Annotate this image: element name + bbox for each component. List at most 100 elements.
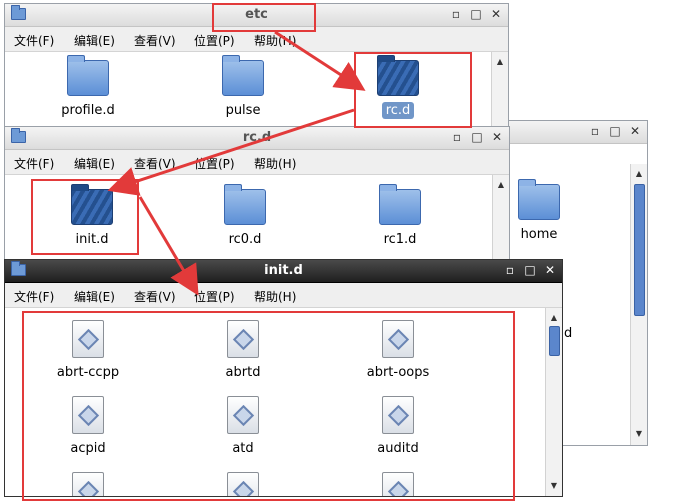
folder-item-rc1-d[interactable]: rc1.d	[340, 184, 460, 248]
window-controls: ▫ □ ✕	[450, 6, 502, 22]
file-item-partial[interactable]	[28, 472, 148, 496]
folder-icon	[518, 179, 560, 220]
rcd-titlebar[interactable]: rc.d ▫ □ ✕	[5, 127, 509, 150]
menu-file[interactable]: 文件(F)	[14, 155, 54, 172]
watermark: php 中文网	[597, 452, 668, 471]
initd-titlebar[interactable]: init.d ▫ □ ✕	[5, 260, 562, 283]
file-item[interactable]: acpid	[28, 396, 148, 457]
item-label: atd	[232, 441, 254, 456]
close-button[interactable]: ✕	[491, 129, 503, 145]
vertical-scrollbar[interactable]: ▲ ▼	[630, 164, 647, 445]
menu-places[interactable]: 位置(P)	[194, 32, 235, 49]
script-file-icon	[382, 472, 414, 496]
scroll-thumb[interactable]	[634, 184, 645, 316]
initd-content: abrt-ccpp abrtd abrt-oops acpid atd audi…	[5, 308, 562, 496]
menu-view[interactable]: 查看(V)	[134, 32, 176, 49]
window-controls: ▫ □ ✕	[589, 123, 641, 139]
item-label: abrtd	[225, 365, 261, 380]
maximize-button[interactable]: □	[471, 129, 483, 145]
item-label: home	[520, 227, 558, 242]
folder-item-rc0-d[interactable]: rc0.d	[185, 184, 305, 248]
file-item-partial[interactable]	[338, 472, 458, 496]
file-item[interactable]: auditd	[338, 396, 458, 457]
file-item[interactable]: atd	[183, 396, 303, 457]
menu-help[interactable]: 帮助(H)	[254, 32, 296, 49]
item-label: init.d	[75, 232, 109, 247]
folder-item-init-d[interactable]: init.d	[32, 184, 152, 248]
minimize-button[interactable]: ▫	[450, 6, 462, 22]
menu-file[interactable]: 文件(F)	[14, 288, 54, 305]
rcd-content: init.d rc0.d rc1.d ▲	[5, 175, 509, 267]
etc-window: etc ▫ □ ✕ 文件(F) 编辑(E) 查看(V) 位置(P) 帮助(H) …	[4, 3, 509, 133]
vertical-scrollbar[interactable]: ▲	[491, 52, 508, 132]
close-button[interactable]: ✕	[490, 6, 502, 22]
menu-edit[interactable]: 编辑(E)	[74, 32, 115, 49]
menubar: 文件(F) 编辑(E) 查看(V) 位置(P) 帮助(H)	[5, 283, 562, 308]
vertical-scrollbar[interactable]: ▲	[492, 175, 509, 267]
menu-places[interactable]: 位置(P)	[194, 155, 235, 172]
script-file-icon	[382, 396, 414, 434]
minimize-button[interactable]: ▫	[451, 129, 463, 145]
watermark-site: 中文网	[628, 456, 668, 471]
scroll-down-arrow[interactable]: ▼	[631, 428, 647, 440]
window-controls: ▫ □ ✕	[504, 262, 556, 278]
window-title: etc	[245, 7, 268, 22]
menu-view[interactable]: 查看(V)	[134, 288, 176, 305]
file-item[interactable]: abrtd	[183, 320, 303, 381]
item-label: profile.d	[61, 103, 115, 118]
background-window-titlebar[interactable]: ▫ □ ✕	[506, 121, 647, 144]
script-file-icon	[227, 396, 259, 434]
window-title: rc.d	[242, 130, 272, 145]
folder-item-rc-d[interactable]: rc.d	[338, 55, 458, 119]
vertical-scrollbar[interactable]: ▲ ▼	[545, 308, 562, 496]
partial-item-label: d	[564, 326, 573, 341]
minimize-button[interactable]: ▫	[504, 262, 516, 278]
etc-titlebar[interactable]: etc ▫ □ ✕	[5, 4, 508, 27]
scroll-down-arrow[interactable]: ▼	[546, 480, 562, 492]
script-file-icon	[72, 396, 104, 434]
folder-icon	[222, 55, 264, 96]
folder-item-pulse[interactable]: pulse	[183, 55, 303, 119]
menu-help[interactable]: 帮助(H)	[254, 155, 296, 172]
close-button[interactable]: ✕	[629, 123, 641, 139]
scroll-up-arrow[interactable]: ▲	[546, 312, 562, 324]
menu-view[interactable]: 查看(V)	[134, 155, 176, 172]
item-label: pulse	[225, 103, 261, 118]
maximize-button[interactable]: □	[524, 262, 536, 278]
file-item[interactable]: abrt-ccpp	[28, 320, 148, 381]
item-label: rc1.d	[383, 232, 417, 247]
item-label: rc0.d	[228, 232, 262, 247]
folder-icon	[67, 55, 109, 96]
folder-icon	[379, 184, 421, 225]
scroll-thumb[interactable]	[549, 326, 560, 356]
item-label: auditd	[377, 441, 419, 456]
menu-places[interactable]: 位置(P)	[194, 288, 235, 305]
minimize-button[interactable]: ▫	[589, 123, 601, 139]
close-button[interactable]: ✕	[544, 262, 556, 278]
script-file-icon	[227, 472, 259, 496]
menu-edit[interactable]: 编辑(E)	[74, 288, 115, 305]
maximize-button[interactable]: □	[470, 6, 482, 22]
file-item[interactable]: abrt-oops	[338, 320, 458, 381]
item-label: abrt-oops	[366, 365, 430, 380]
watermark-brand: php	[597, 456, 625, 471]
window-title: init.d	[264, 263, 303, 278]
folder-open-icon	[71, 184, 113, 225]
folder-item-profile-d[interactable]: profile.d	[28, 55, 148, 119]
menu-edit[interactable]: 编辑(E)	[74, 155, 115, 172]
menubar: 文件(F) 编辑(E) 查看(V) 位置(P) 帮助(H)	[5, 150, 509, 175]
menu-file[interactable]: 文件(F)	[14, 32, 54, 49]
script-file-icon	[72, 320, 104, 358]
folder-item-home[interactable]: home	[506, 179, 599, 243]
maximize-button[interactable]: □	[609, 123, 621, 139]
file-item-partial[interactable]	[183, 472, 303, 496]
scroll-up-arrow[interactable]: ▲	[492, 56, 508, 68]
scroll-up-arrow[interactable]: ▲	[493, 179, 509, 191]
menu-help[interactable]: 帮助(H)	[254, 288, 296, 305]
menubar: 文件(F) 编辑(E) 查看(V) 位置(P) 帮助(H)	[5, 27, 508, 52]
scroll-up-arrow[interactable]: ▲	[631, 168, 647, 180]
rcd-window: rc.d ▫ □ ✕ 文件(F) 编辑(E) 查看(V) 位置(P) 帮助(H)…	[4, 126, 510, 268]
script-file-icon	[382, 320, 414, 358]
etc-content: profile.d pulse rc.d ▲	[5, 52, 508, 132]
script-file-icon	[72, 472, 104, 496]
